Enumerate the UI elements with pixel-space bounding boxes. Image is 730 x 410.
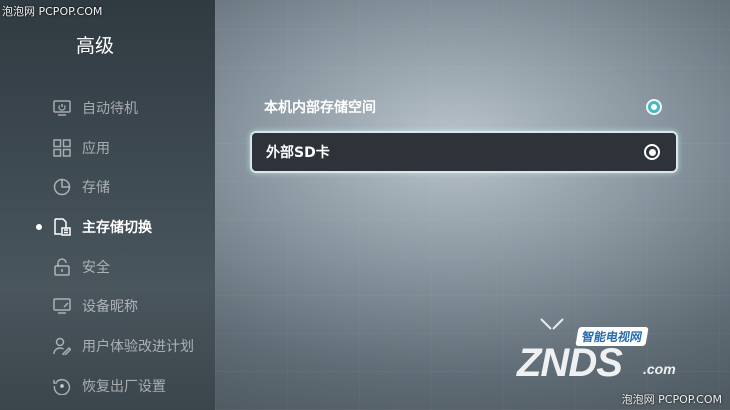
- watermark-bottom: 泡泡网 PCPOP.COM: [621, 393, 722, 406]
- storage-switch-icon: [52, 217, 72, 237]
- option-label: 外部SD卡: [266, 145, 330, 161]
- sidebar-item-label: 自动待机: [82, 100, 138, 117]
- standby-icon: [52, 98, 72, 118]
- sidebar-menu: 自动待机 应用 存储 主存储切换 安全 设备昵称 用户体验改进计划 恢复出厂设置: [0, 88, 215, 406]
- sidebar-item-auto-standby[interactable]: 自动待机: [0, 88, 215, 128]
- factory-reset-icon: [52, 376, 72, 396]
- sidebar-item-security[interactable]: 安全: [0, 247, 215, 287]
- sidebar-item-factory-reset[interactable]: 恢复出厂设置: [0, 366, 215, 406]
- sidebar-item-label: 安全: [82, 259, 110, 276]
- option-internal-storage[interactable]: 本机内部存储空间: [250, 88, 678, 126]
- sidebar-item-label: 设备昵称: [82, 299, 138, 316]
- option-external-sd-card[interactable]: 外部SD卡: [250, 131, 678, 173]
- sidebar-item-storage[interactable]: 存储: [0, 167, 215, 207]
- sidebar-item-label: 应用: [82, 140, 110, 157]
- lock-icon: [52, 257, 72, 277]
- active-indicator: [36, 223, 42, 230]
- logo-word: ZNDS: [517, 341, 623, 385]
- sidebar-item-label: 恢复出厂设置: [82, 378, 166, 395]
- znds-logo: 智能电视网 ZNDS .com: [515, 315, 685, 395]
- sidebar-item-user-experience[interactable]: 用户体验改进计划: [0, 326, 215, 366]
- user-edit-icon: [52, 336, 72, 356]
- storage-pie-icon: [52, 177, 72, 197]
- apps-grid-icon: [52, 138, 72, 158]
- logo-suffix: .com: [643, 361, 676, 377]
- sidebar-item-label: 主存储切换: [82, 219, 152, 236]
- radio-selected[interactable]: [646, 99, 662, 115]
- sidebar-item-label: 用户体验改进计划: [82, 338, 194, 355]
- sidebar-item-label: 存储: [82, 180, 110, 197]
- option-label: 本机内部存储空间: [264, 100, 376, 116]
- storage-options: 本机内部存储空间 外部SD卡: [250, 88, 678, 178]
- watermark-top: 泡泡网 PCPOP.COM: [2, 5, 103, 18]
- sidebar-item-device-name[interactable]: 设备昵称: [0, 286, 215, 326]
- page-title: 高级: [76, 35, 115, 57]
- sidebar-item-storage-switch[interactable]: 主存储切换: [0, 207, 215, 247]
- sidebar-item-apps[interactable]: 应用: [0, 128, 215, 168]
- device-name-icon: [52, 296, 72, 316]
- radio-unselected[interactable]: [644, 144, 660, 160]
